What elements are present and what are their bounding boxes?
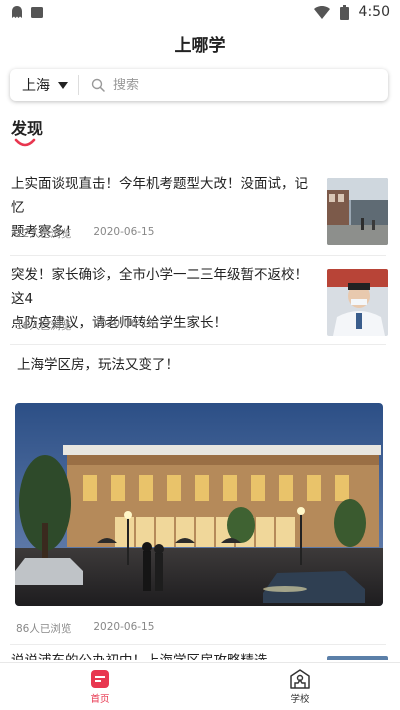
nav-label-school: 学校 (290, 693, 310, 705)
caret-down-icon (58, 81, 68, 89)
search-icon (91, 78, 105, 92)
nav-item-school[interactable]: 学校 (200, 663, 400, 710)
status-time: 4:50 (358, 4, 390, 20)
status-bar: 4:50 (0, 0, 400, 24)
article-date: 2020-06-15 (93, 621, 155, 633)
app-title: 上哪学 (174, 35, 226, 56)
nav-item-home[interactable]: 首页 (0, 663, 200, 710)
article-feed: 上实面谈现直击！今年机考题型大改！没面试，记忆 题考察多！ 12人已浏览 202… (0, 160, 400, 660)
article-item[interactable]: 上海学区房，玩法又变了！ 86人已浏览 2020-06-15 (0, 345, 400, 641)
article-views: 86人已浏览 (16, 623, 72, 635)
article-meta: 16人已浏览 2020-06-16 (16, 318, 154, 333)
wifi-icon (313, 5, 330, 19)
article-title: 上海学区房，玩法又变了！ (17, 353, 377, 377)
search-bar: 上海 (10, 69, 388, 101)
home-icon (91, 669, 109, 688)
article-date: 2020-06-15 (93, 226, 155, 238)
status-notifications (10, 5, 44, 19)
app-header: 上哪学 (0, 24, 400, 62)
city-label: 上海 (22, 78, 50, 94)
article-date: 2020-06-16 (93, 318, 155, 330)
battery-icon (339, 4, 349, 20)
article-title-line: 说说浦东的公办初中！上海学区房攻略精选 (11, 649, 316, 660)
section-title: 发现 (11, 119, 44, 138)
article-item[interactable]: 突发！家长确诊，全市小学一二三年级暂不返校！这4 点防疫建议，请老师转给学生家长… (0, 256, 400, 344)
ghost-notification-icon (12, 6, 22, 18)
article-title-line: 上海学区房，玩法又变了！ (17, 357, 179, 373)
search-field[interactable] (79, 77, 388, 93)
article-thumbnail (327, 656, 388, 660)
bottom-nav: 首页 学校 (0, 662, 400, 710)
article-meta: 12人已浏览 2020-06-15 (16, 226, 154, 241)
article-meta: 86人已浏览 2020-06-15 (16, 621, 154, 636)
section-smile-underline (14, 138, 36, 147)
article-cover-image (15, 403, 383, 606)
article-thumbnail (327, 269, 388, 336)
article-title-line: 突发！家长确诊，全市小学一二三年级暂不返校！这4 (11, 267, 308, 307)
city-selector[interactable]: 上海 (10, 75, 79, 95)
card-notification-icon (31, 7, 43, 18)
article-title-line: 上实面谈现直击！今年机考题型大改！没面试，记忆 (11, 176, 308, 216)
article-item[interactable]: 说说浦东的公办初中！上海学区房攻略精选 (0, 645, 400, 660)
nav-label-home: 首页 (90, 693, 110, 705)
article-views: 12人已浏览 (16, 228, 72, 240)
article-thumbnail (327, 178, 388, 245)
search-input[interactable] (113, 77, 363, 93)
article-title: 说说浦东的公办初中！上海学区房攻略精选 (11, 649, 316, 660)
article-item[interactable]: 上实面谈现直击！今年机考题型大改！没面试，记忆 题考察多！ 12人已浏览 202… (0, 160, 400, 255)
school-icon (290, 668, 310, 689)
article-views: 16人已浏览 (16, 320, 72, 332)
